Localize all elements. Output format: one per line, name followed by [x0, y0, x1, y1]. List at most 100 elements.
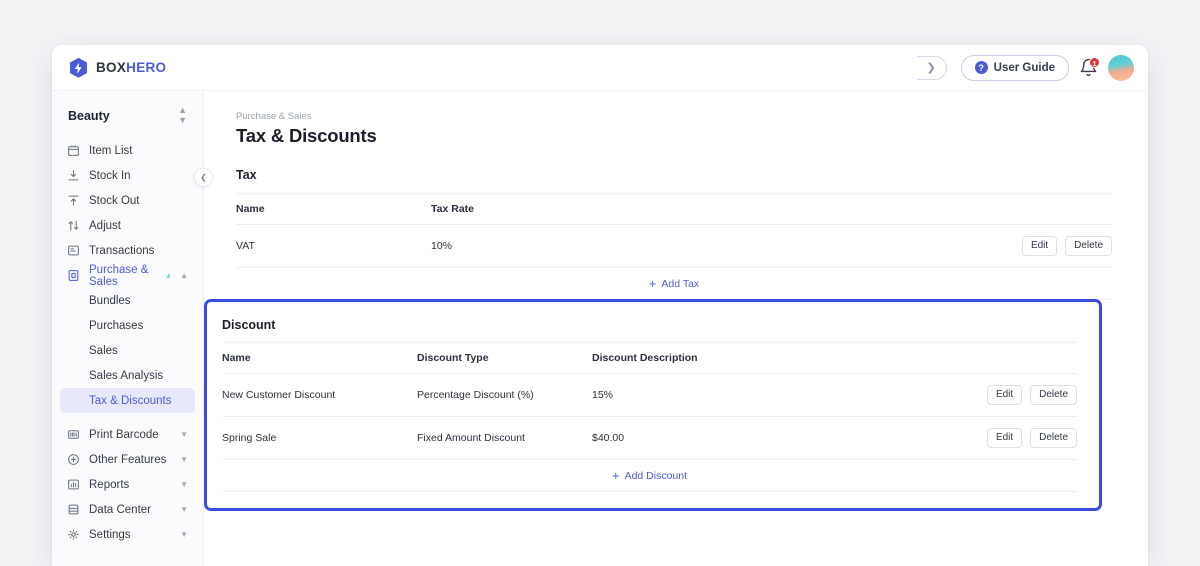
sidebar-item-label: Reports [89, 479, 129, 491]
table-row: Spring Sale Fixed Amount Discount $40.00… [222, 417, 1077, 460]
add-discount-button[interactable]: + Add Discount [612, 469, 687, 482]
sidebar-item-reports[interactable]: Reports ▼ [60, 472, 195, 497]
arrow-up-out-of-tray-icon [67, 194, 80, 207]
sidebar-item-label: Stock Out [89, 195, 140, 207]
screenshot-root: BOXHERO ❯ ? User Guide 1 [0, 0, 1200, 566]
sidebar-item-label: Other Features [89, 454, 166, 466]
discount-column-description: Discount Description [592, 343, 965, 374]
add-discount-label: Add Discount [625, 470, 687, 482]
delete-button[interactable]: Delete [1030, 385, 1077, 405]
chevron-down-icon: ▼ [180, 481, 188, 489]
discount-row-description: $40.00 [592, 417, 965, 460]
sidebar-item-stock-out[interactable]: Stock Out [60, 188, 195, 213]
tax-column-rate: Tax Rate [431, 194, 606, 225]
sidebar-item-transactions[interactable]: Transactions [60, 238, 195, 263]
sidebar: Beauty ▲▼ Item List [52, 91, 204, 566]
up-down-caret-icon: ▲▼ [178, 106, 187, 125]
chevron-down-icon: ▼ [180, 506, 188, 514]
page-title: Tax & Discounts [236, 125, 1112, 147]
sidebar-subitem-purchases[interactable]: Purchases [60, 313, 195, 338]
app-window: BOXHERO ❯ ? User Guide 1 [52, 45, 1148, 566]
sidebar-subitem-label: Bundles [89, 295, 131, 307]
discount-column-actions [965, 343, 1077, 374]
tax-table: Name Tax Rate VAT 10% Edit [236, 193, 1112, 268]
top-header-bar: BOXHERO ❯ ? User Guide 1 [52, 45, 1148, 91]
edit-button[interactable]: Edit [987, 385, 1022, 405]
sidebar-subitem-tax-and-discounts[interactable]: Tax & Discounts [60, 388, 195, 413]
discount-table-header-row: Name Discount Type Discount Description [222, 343, 1077, 374]
sidebar-slide-button[interactable]: ❯ [917, 56, 947, 80]
tax-row-spacer [606, 225, 1000, 268]
discount-row-actions: Edit Delete [965, 374, 1077, 417]
sidebar-collapse-button[interactable]: ❮ [194, 168, 213, 187]
brand-text-hero: HERO [126, 60, 166, 75]
add-discount-row: + Add Discount [222, 460, 1077, 492]
boxhero-hexagon-bolt-logo-icon [68, 57, 89, 79]
tax-section-title: Tax [236, 168, 1112, 182]
sidebar-spacer [60, 413, 195, 422]
sidebar-item-other-features[interactable]: Other Features ▼ [60, 447, 195, 472]
add-tax-button[interactable]: + Add Tax [649, 277, 699, 290]
sidebar-subitem-label: Purchases [89, 320, 143, 332]
table-row: New Customer Discount Percentage Discoun… [222, 374, 1077, 417]
discount-row-type: Percentage Discount (%) [417, 374, 592, 417]
delete-button[interactable]: Delete [1065, 236, 1112, 256]
sidebar-subitem-bundles[interactable]: Bundles [60, 288, 195, 313]
sidebar-item-label: Adjust [89, 220, 121, 232]
sidebar-item-label: Settings [89, 529, 131, 541]
plus-icon: + [649, 277, 657, 290]
chevron-down-icon: ▼ [180, 531, 188, 539]
sidebar-subitem-sales-analysis[interactable]: Sales Analysis [60, 363, 195, 388]
workspace-selector[interactable]: Beauty ▲▼ [60, 103, 195, 128]
plus-icon: + [612, 469, 620, 482]
tax-row-name: VAT [236, 225, 431, 268]
chevron-up-icon: ▲ [180, 272, 188, 280]
delete-button[interactable]: Delete [1030, 428, 1077, 448]
receipt-icon [67, 244, 80, 257]
discount-column-type: Discount Type [417, 343, 592, 374]
discount-row-actions: Edit Delete [965, 417, 1077, 460]
main-content: Purchase & Sales Tax & Discounts Tax Nam… [204, 91, 1148, 566]
discount-column-name: Name [222, 343, 417, 374]
sidebar-subitem-label: Sales Analysis [89, 370, 163, 382]
question-circle-icon: ? [975, 61, 988, 74]
sidebar-item-item-list[interactable]: Item List [60, 138, 195, 163]
sidebar-item-stock-in[interactable]: Stock In [60, 163, 195, 188]
sidebar-nav: Item List Stock In Stock Out [52, 138, 203, 547]
sidebar-item-print-barcode[interactable]: Print Barcode ▼ [60, 422, 195, 447]
discount-row-name: New Customer Discount [222, 374, 417, 417]
notifications-button[interactable]: 1 [1079, 58, 1098, 78]
breadcrumb: Purchase & Sales [236, 111, 1112, 122]
user-guide-button[interactable]: ? User Guide [961, 55, 1069, 81]
add-tax-label: Add Tax [661, 278, 699, 290]
sidebar-item-purchase-and-sales[interactable]: Purchase & Sales ▲ [60, 263, 195, 288]
brand-text-box: BOX [96, 60, 126, 75]
sidebar-item-label: Data Center [89, 504, 151, 516]
sidebar-item-settings[interactable]: Settings ▼ [60, 522, 195, 547]
database-icon [67, 503, 80, 516]
edit-button[interactable]: Edit [1022, 236, 1057, 256]
avatar[interactable] [1108, 55, 1134, 81]
tax-table-header-row: Name Tax Rate [236, 194, 1112, 225]
sidebar-item-data-center[interactable]: Data Center ▼ [60, 497, 195, 522]
tax-row-actions: Edit Delete [1000, 225, 1112, 268]
clipboard-icon [67, 269, 80, 282]
tax-column-actions [1000, 194, 1112, 225]
brand-wordmark: BOXHERO [96, 60, 166, 75]
sidebar-item-label: Item List [89, 145, 132, 157]
chevron-down-icon: ▼ [180, 431, 188, 439]
arrow-down-into-tray-icon [67, 169, 80, 182]
sidebar-item-adjust[interactable]: Adjust [60, 213, 195, 238]
brand-logo[interactable]: BOXHERO [52, 57, 166, 79]
add-tax-row: + Add Tax [236, 268, 1112, 300]
new-leaf-badge-icon [164, 270, 171, 282]
chevron-right-icon: ❯ [927, 61, 936, 74]
sidebar-item-label: Stock In [89, 170, 131, 182]
sidebar-item-label: Transactions [89, 245, 154, 257]
edit-button[interactable]: Edit [987, 428, 1022, 448]
discount-table: Name Discount Type Discount Description … [222, 342, 1077, 460]
box-icon [67, 144, 80, 157]
sidebar-subitem-sales[interactable]: Sales [60, 338, 195, 363]
bar-chart-icon [67, 478, 80, 491]
tax-row-rate: 10% [431, 225, 606, 268]
